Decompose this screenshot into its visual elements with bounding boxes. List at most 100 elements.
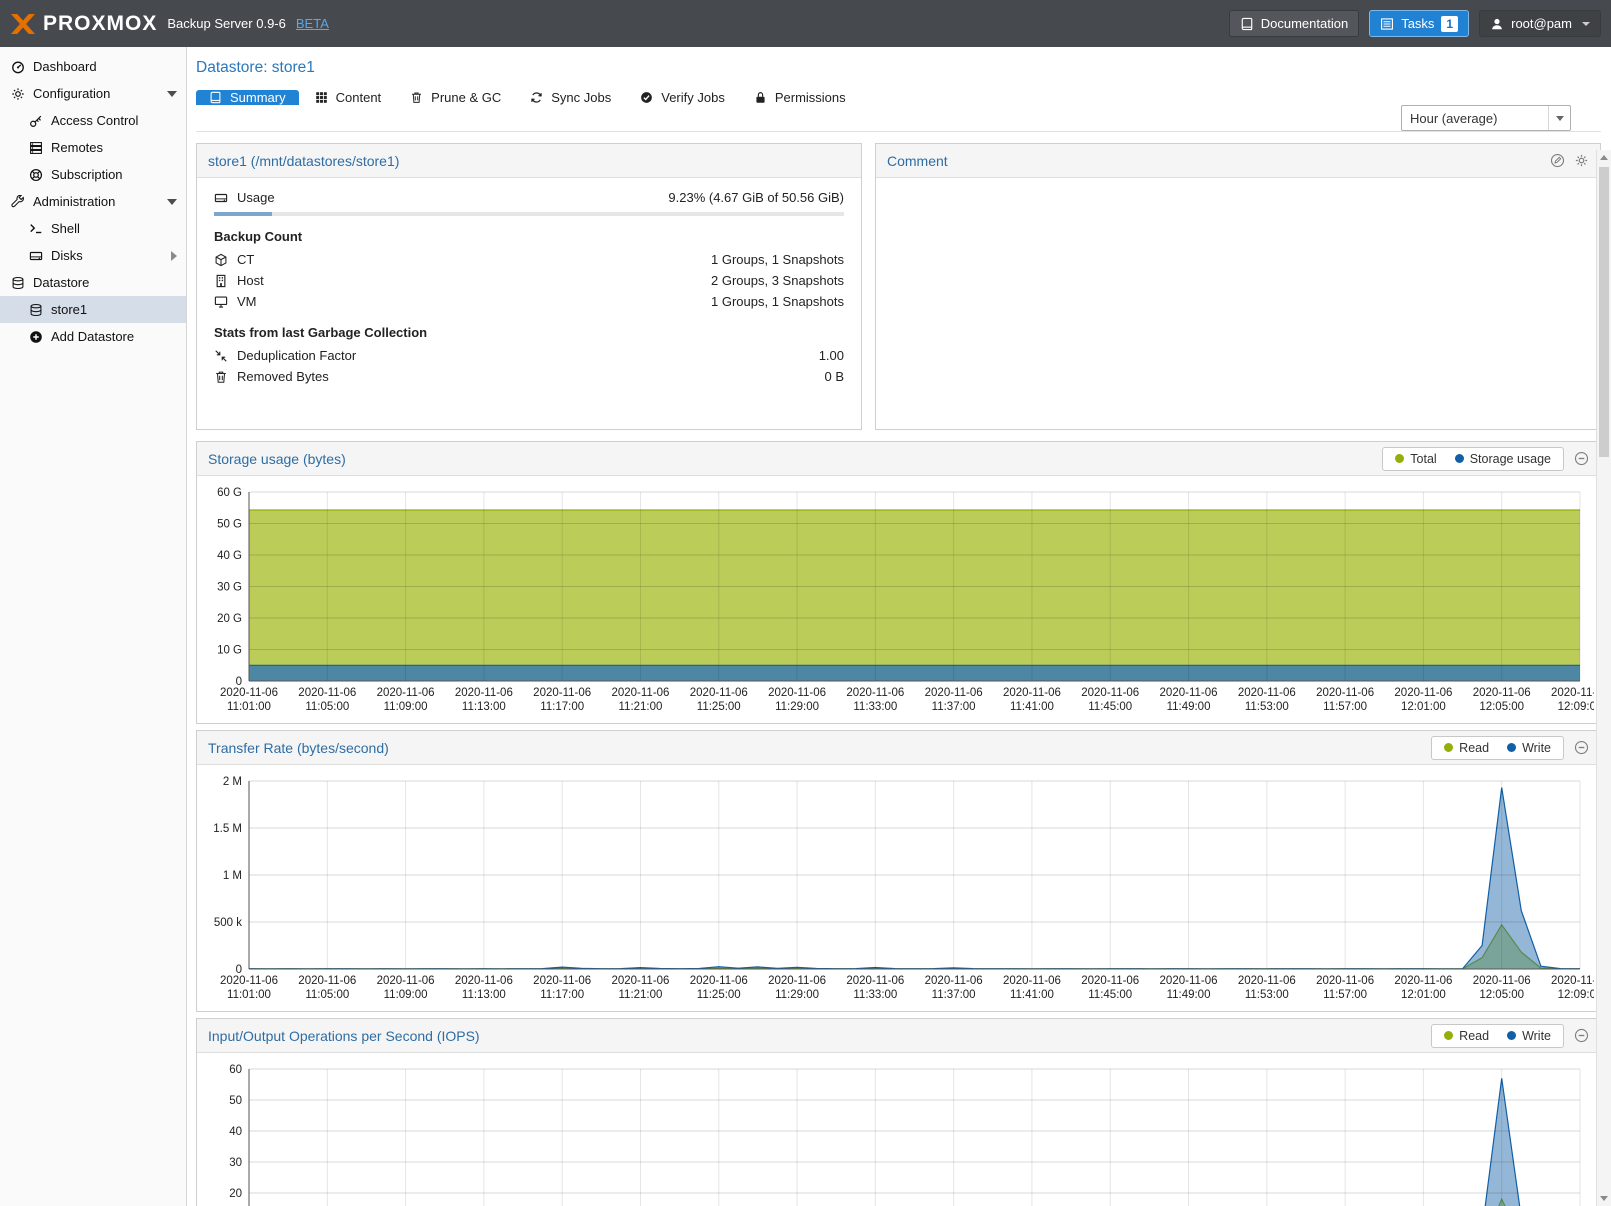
sidebar-item-label: Add Datastore	[51, 329, 134, 344]
tab-sync-jobs[interactable]: Sync Jobs	[517, 90, 624, 105]
edit-comment-icon[interactable]	[1550, 153, 1565, 168]
panel-body: Usage 9.23% (4.67 GiB of 50.56 GiB) Back…	[197, 178, 861, 396]
svg-text:2 M: 2 M	[223, 776, 242, 788]
svg-text:2020-11-06: 2020-11-06	[1081, 687, 1139, 699]
legend-item-read[interactable]: Read	[1444, 741, 1489, 755]
host-row: Host 2 Groups, 3 Snapshots	[214, 270, 844, 291]
svg-text:2020-11-06: 2020-11-06	[611, 687, 669, 699]
usage-progressbar-fill	[214, 212, 272, 216]
svg-text:12:05:00: 12:05:00	[1479, 701, 1524, 713]
backup-count-title: Backup Count	[214, 229, 844, 244]
usage-row: Usage 9.23% (4.67 GiB of 50.56 GiB)	[214, 187, 844, 208]
tab-label: Prune & GC	[431, 90, 501, 105]
svg-text:11:21:00: 11:21:00	[619, 989, 663, 1001]
tab-prune-gc[interactable]: Prune & GC	[397, 90, 514, 105]
sidebar-item-subscription[interactable]: Subscription	[0, 161, 186, 188]
top-bar: PROXMOX Backup Server 0.9-6 BETA Documen…	[0, 0, 1611, 47]
collapse-arrow-icon[interactable]	[167, 199, 177, 205]
lock-icon	[754, 91, 767, 104]
sidebar-item-label: Access Control	[51, 113, 138, 128]
legend-label: Total	[1410, 452, 1436, 466]
gauge-icon	[11, 60, 25, 74]
svg-text:12:09:00: 12:09:00	[1558, 989, 1594, 1001]
svg-text:11:05:00: 11:05:00	[305, 701, 349, 713]
vm-row: VM 1 Groups, 1 Snapshots	[214, 291, 844, 312]
sidebar-item-configuration[interactable]: Configuration	[0, 80, 186, 107]
expand-arrow-icon[interactable]	[171, 251, 177, 261]
timeframe-value: Hour (average)	[1402, 111, 1548, 126]
svg-text:12:01:00: 12:01:00	[1401, 989, 1446, 1001]
user-menu-button[interactable]: root@pam	[1479, 10, 1601, 37]
sidebar-item-shell[interactable]: Shell	[0, 215, 186, 242]
sidebar-item-dashboard[interactable]: Dashboard	[0, 53, 186, 80]
legend-dot	[1455, 454, 1464, 463]
sidebar-item-datastore[interactable]: Datastore	[0, 269, 186, 296]
collapse-chart-icon[interactable]	[1574, 451, 1589, 466]
sidebar-item-store1[interactable]: store1	[0, 296, 186, 323]
tab-label: Sync Jobs	[551, 90, 611, 105]
tasks-icon	[1380, 17, 1394, 31]
documentation-label: Documentation	[1261, 16, 1348, 31]
servers-icon	[29, 141, 43, 155]
sidebar-item-disks[interactable]: Disks	[0, 242, 186, 269]
scroll-down-arrow-icon[interactable]	[1597, 1191, 1611, 1206]
chart-legend: Read Write	[1431, 736, 1564, 760]
trash-icon	[410, 91, 423, 104]
svg-text:30: 30	[229, 1157, 242, 1169]
legend-label: Read	[1459, 1029, 1489, 1043]
tab-verify-jobs[interactable]: Verify Jobs	[627, 90, 738, 105]
svg-text:12:09:00: 12:09:00	[1558, 701, 1594, 713]
sidebar-item-access-control[interactable]: Access Control	[0, 107, 186, 134]
sidebar-item-administration[interactable]: Administration	[0, 188, 186, 215]
timeframe-select[interactable]: Hour (average)	[1401, 105, 1571, 131]
collapse-chart-icon[interactable]	[1574, 1028, 1589, 1043]
collapse-chart-icon[interactable]	[1574, 740, 1589, 755]
panel-header: Input/Output Operations per Second (IOPS…	[197, 1019, 1600, 1053]
svg-text:11:09:00: 11:09:00	[384, 701, 428, 713]
sidebar-item-add-datastore[interactable]: Add Datastore	[0, 323, 186, 350]
legend-item-write[interactable]: Write	[1507, 1029, 1551, 1043]
svg-text:2020-11-06: 2020-11-06	[377, 687, 435, 699]
collapse-arrow-icon[interactable]	[167, 91, 177, 97]
svg-text:2020-11-06: 2020-11-06	[1551, 975, 1594, 987]
svg-text:11:37:00: 11:37:00	[932, 701, 976, 713]
usage-value: 9.23% (4.67 GiB of 50.56 GiB)	[668, 190, 844, 205]
legend-dot	[1507, 1031, 1516, 1040]
svg-text:20: 20	[229, 1188, 242, 1200]
legend-item-storage-usage[interactable]: Storage usage	[1455, 452, 1551, 466]
tab-permissions[interactable]: Permissions	[741, 90, 859, 105]
svg-text:2020-11-06: 2020-11-06	[220, 975, 278, 987]
terminal-icon	[29, 222, 43, 236]
sidebar-item-remotes[interactable]: Remotes	[0, 134, 186, 161]
comment-panel: Comment	[875, 143, 1601, 430]
scroll-up-arrow-icon[interactable]	[1597, 150, 1611, 165]
legend-item-write[interactable]: Write	[1507, 741, 1551, 755]
svg-text:11:33:00: 11:33:00	[853, 989, 897, 1001]
svg-text:2020-11-06: 2020-11-06	[1316, 687, 1374, 699]
tasks-button[interactable]: Tasks 1	[1369, 10, 1469, 37]
vertical-scrollbar[interactable]	[1596, 150, 1611, 1206]
legend-item-total[interactable]: Total	[1395, 452, 1436, 466]
panel-body: 0500 k1 M1.5 M2 M2020-11-0611:01:002020-…	[197, 765, 1600, 1011]
storage-usage-panel: Storage usage (bytes) Total Storage usag…	[196, 441, 1601, 724]
legend-label: Write	[1522, 1029, 1551, 1043]
iops-chart: 01020304050602020-11-0611:01:002020-11-0…	[203, 1057, 1594, 1206]
tab-label: Permissions	[775, 90, 846, 105]
grid-icon	[315, 91, 328, 104]
chart-toolbar: Hour (average)	[196, 105, 1601, 132]
svg-text:2020-11-06: 2020-11-06	[611, 975, 669, 987]
panel-title: Input/Output Operations per Second (IOPS…	[208, 1028, 480, 1044]
scrollbar-thumb[interactable]	[1599, 167, 1609, 457]
legend-item-read[interactable]: Read	[1444, 1029, 1489, 1043]
tab-summary[interactable]: Summary	[196, 90, 299, 105]
beta-link[interactable]: BETA	[296, 16, 329, 31]
iops-panel: Input/Output Operations per Second (IOPS…	[196, 1018, 1601, 1206]
documentation-button[interactable]: Documentation	[1229, 10, 1359, 37]
support-icon	[29, 168, 43, 182]
database-icon	[29, 303, 43, 317]
svg-text:2020-11-06: 2020-11-06	[768, 975, 826, 987]
gear-icon[interactable]	[1574, 153, 1589, 168]
tab-content[interactable]: Content	[302, 90, 395, 105]
tab-bar: Summary Content Prune & GC Sync Jobs Ver…	[196, 90, 1601, 105]
svg-text:40: 40	[229, 1126, 242, 1138]
